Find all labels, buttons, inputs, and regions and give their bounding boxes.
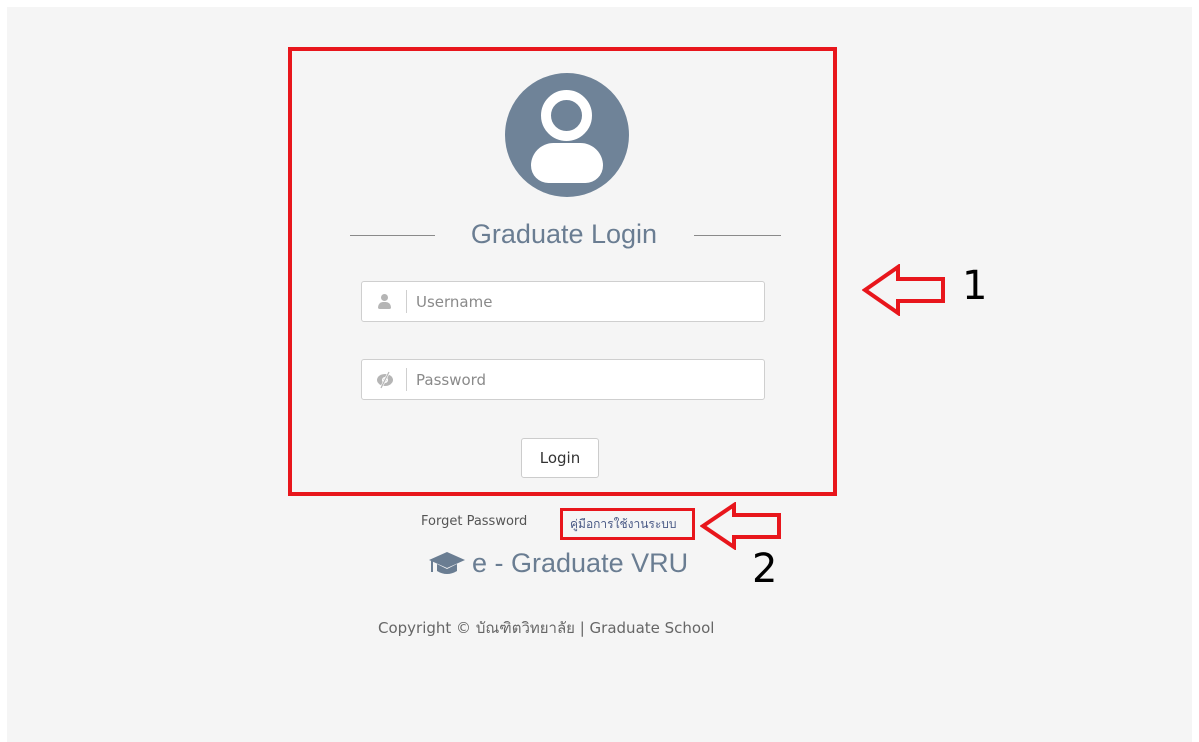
graduation-cap-icon [429,552,465,574]
addon-separator [406,368,407,391]
user-icon [377,294,391,310]
copyright-text: Copyright © บัณฑิตวิทยาลัย | Graduate Sc… [378,619,715,637]
addon-separator [406,290,407,313]
username-input[interactable] [416,285,756,318]
annotation-number-1: 1 [962,263,988,309]
user-avatar-icon [505,73,629,197]
forget-password-link[interactable]: Forget Password [421,513,527,531]
user-manual-link[interactable]: คู่มือการใช้งานระบบ [570,515,677,533]
title-divider-right [694,235,781,236]
brand: e - Graduate VRU [428,545,688,581]
login-button[interactable]: Login [521,438,599,478]
username-addon [362,282,406,321]
arrow-left-icon [700,502,781,550]
login-panel: Graduate Login Login [288,47,837,496]
title-divider-left [350,235,435,236]
password-field[interactable] [361,359,765,400]
eye-slash-icon [377,371,393,389]
manual-highlight-box: คู่มือการใช้งานระบบ [560,508,695,540]
password-addon [362,360,406,399]
brand-name: e - Graduate VRU [472,548,689,578]
arrow-left-icon [862,264,945,316]
password-input[interactable] [416,363,756,396]
annotation-number-2: 2 [752,546,778,592]
login-title: Graduate Login [470,219,658,249]
login-title-row: Graduate Login [347,217,781,253]
username-field[interactable] [361,281,765,322]
